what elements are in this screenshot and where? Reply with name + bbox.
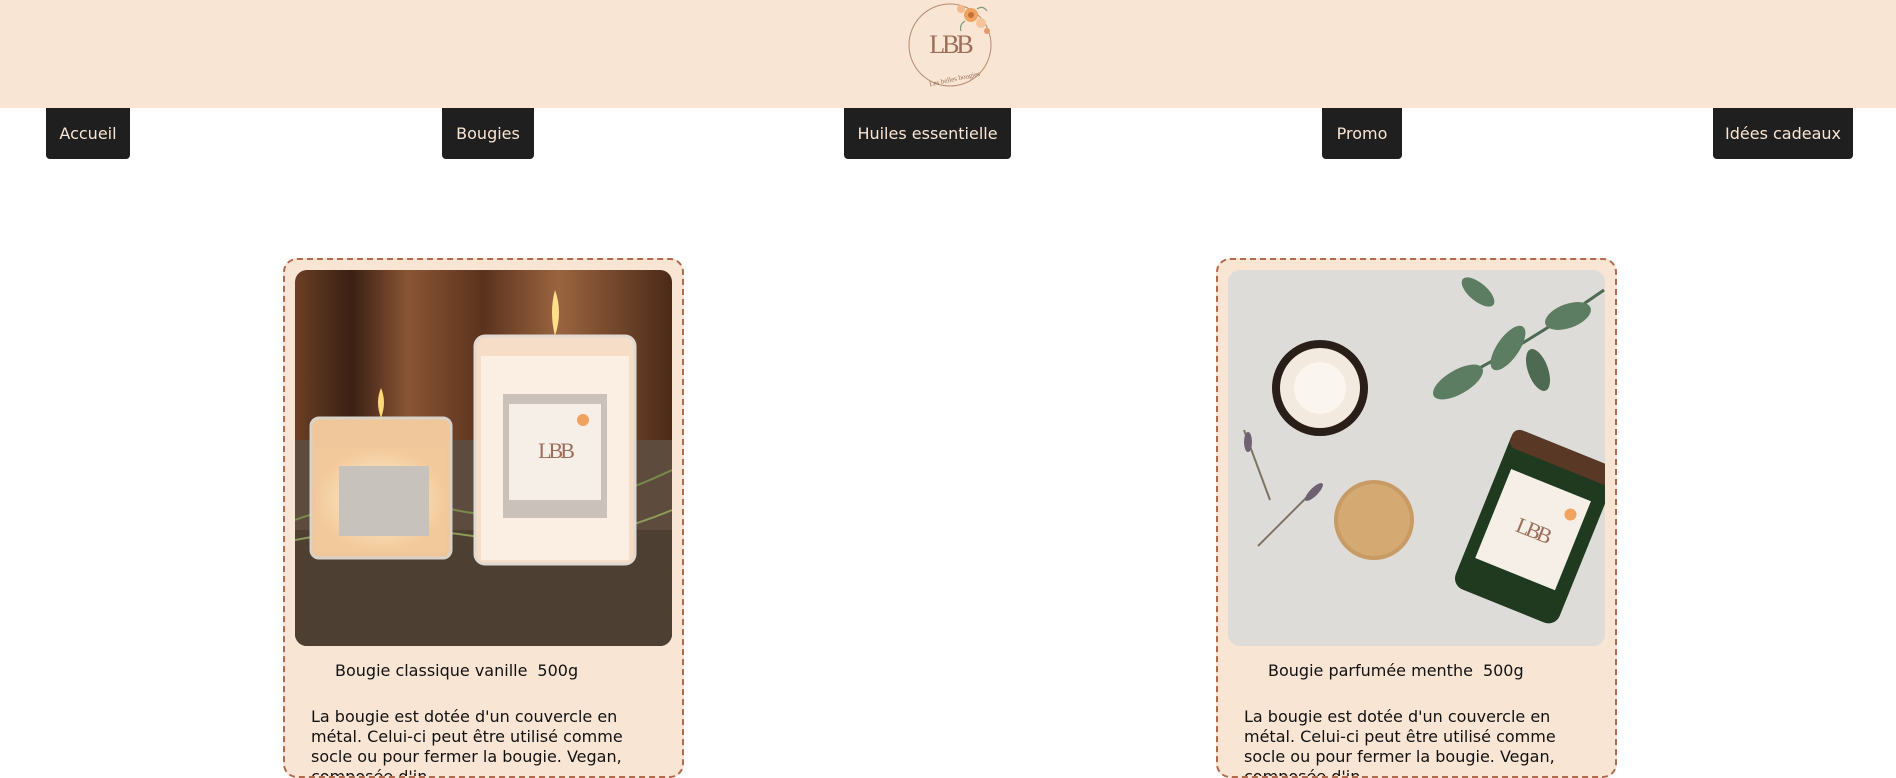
product-weight: 500g: [537, 661, 579, 680]
nav-bougies[interactable]: Bougies: [442, 108, 534, 159]
product-description: La bougie est dotée d'un couvercle en mé…: [1244, 707, 1556, 778]
logo-monogram: LBB: [929, 30, 973, 59]
product-image-vanilla-candle[interactable]: LBB: [295, 270, 672, 646]
candle-label-monogram: LBB: [538, 438, 574, 463]
nav-accueil[interactable]: Accueil: [46, 108, 130, 159]
product-weight: 500g: [1482, 661, 1524, 680]
product-name: Bougie classique vanille: [335, 661, 528, 680]
product-name: Bougie parfumée menthe: [1268, 661, 1473, 680]
product-title: Bougie parfumée menthe 500g: [1268, 661, 1534, 680]
nav-huiles-essentielle[interactable]: Huiles essentielle: [844, 108, 1011, 159]
product-title: Bougie classique vanille 500g: [335, 661, 588, 680]
nav-promo[interactable]: Promo: [1322, 108, 1402, 159]
site-header: LBB Les belles bougies: [0, 0, 1896, 108]
product-card[interactable]: LBB Bougie classique vanille 500g La boug…: [283, 258, 684, 778]
nav-idees-cadeaux[interactable]: Idées cadeaux: [1713, 108, 1853, 159]
product-image-mint-candle[interactable]: LBB: [1228, 270, 1605, 646]
product-description: La bougie est dotée d'un couvercle en mé…: [311, 707, 623, 778]
product-card[interactable]: LBB Bougie parfumée menthe 500g La bougie…: [1216, 258, 1617, 778]
lbb-logo-icon[interactable]: LBB Les belles bougies: [905, 1, 995, 89]
